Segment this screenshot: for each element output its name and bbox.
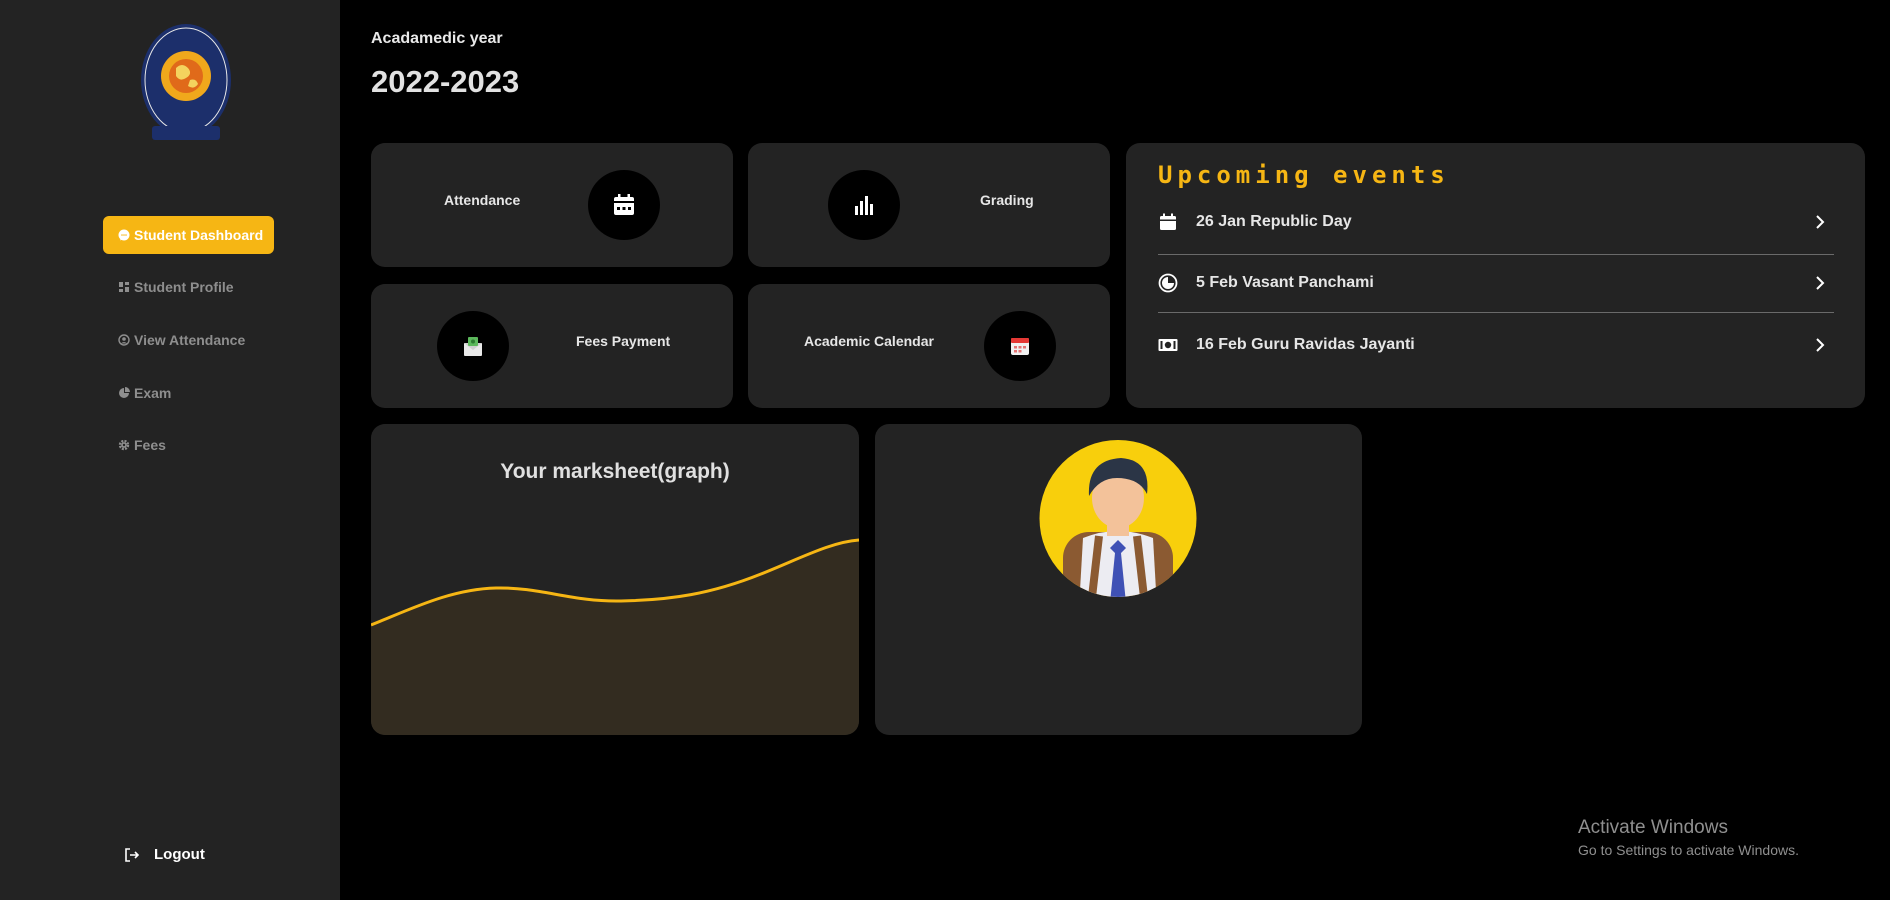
chat-bubble-icon	[118, 229, 130, 241]
student-avatar-icon	[1039, 440, 1197, 597]
upcoming-events-title: Upcoming events	[1158, 161, 1450, 189]
calendar-red-icon	[984, 311, 1056, 381]
sidebar-item-label: View Attendance	[134, 332, 246, 348]
logout-label: Logout	[154, 846, 205, 863]
school-logo	[138, 22, 234, 146]
sidebar: Student Dashboard Student Profile View A…	[0, 0, 340, 900]
money-envelope-icon	[437, 311, 509, 381]
pie-chart-icon	[118, 387, 130, 399]
divider	[1158, 254, 1834, 255]
dashboard-grid-icon	[118, 281, 130, 293]
marksheet-graph-panel: Your marksheet(graph)	[371, 424, 859, 735]
calendar-icon	[1158, 212, 1178, 232]
event-text: 5 Feb Vasant Panchami	[1196, 274, 1374, 291]
sidebar-item-label: Exam	[134, 385, 172, 401]
event-text: 16 Feb Guru Ravidas Jayanti	[1196, 336, 1415, 353]
gear-icon	[118, 439, 130, 451]
chevron-right-icon	[1812, 273, 1828, 293]
marksheet-graph	[371, 538, 859, 735]
sidebar-item-fees[interactable]: Fees	[103, 426, 166, 464]
grading-tile[interactable]: Grading	[748, 143, 1110, 267]
event-item[interactable]: 26 Jan Republic Day	[1158, 199, 1834, 245]
sidebar-item-student-dashboard[interactable]: Student Dashboard	[103, 216, 274, 254]
clock-icon	[1158, 273, 1178, 293]
windows-watermark-subtitle: Go to Settings to activate Windows.	[1578, 842, 1799, 858]
event-text: 26 Jan Republic Day	[1196, 213, 1352, 230]
sidebar-item-label: Fees	[134, 437, 166, 453]
sidebar-item-label: Student Profile	[134, 279, 234, 295]
chevron-right-icon	[1812, 212, 1828, 232]
event-item[interactable]: 5 Feb Vasant Panchami	[1158, 260, 1834, 306]
logout-icon	[124, 847, 140, 863]
sidebar-item-student-profile[interactable]: Student Profile	[103, 268, 234, 306]
tile-label: Grading	[980, 192, 1034, 208]
tile-label: Attendance	[444, 192, 521, 208]
event-item[interactable]: 16 Feb Guru Ravidas Jayanti	[1158, 322, 1834, 368]
tile-label: Fees Payment	[576, 333, 671, 349]
marksheet-area	[371, 540, 859, 735]
cash-icon	[1158, 335, 1178, 355]
divider	[1158, 312, 1834, 313]
sidebar-item-exam[interactable]: Exam	[103, 374, 171, 412]
attendance-tile[interactable]: Attendance	[371, 143, 733, 267]
upcoming-events-panel: Upcoming events 26 Jan Republic Day 5 Fe…	[1126, 143, 1865, 408]
profile-panel	[875, 424, 1362, 735]
logout-button[interactable]: Logout	[124, 846, 205, 863]
user-circle-icon	[118, 334, 130, 346]
windows-watermark-title: Activate Windows	[1578, 817, 1728, 838]
academic-year-value: 2022-2023	[371, 64, 520, 99]
sidebar-item-label: Student Dashboard	[134, 227, 264, 243]
tile-label: Academic Calendar	[804, 333, 934, 349]
sidebar-item-view-attendance[interactable]: View Attendance	[103, 321, 245, 359]
academic-year-label: Acadamedic year	[371, 30, 503, 47]
chevron-right-icon	[1812, 335, 1828, 355]
calendar-icon	[588, 170, 660, 240]
fees-payment-tile[interactable]: Fees Payment	[371, 284, 733, 408]
bar-chart-icon	[828, 170, 900, 240]
academic-calendar-tile[interactable]: Academic Calendar	[748, 284, 1110, 408]
